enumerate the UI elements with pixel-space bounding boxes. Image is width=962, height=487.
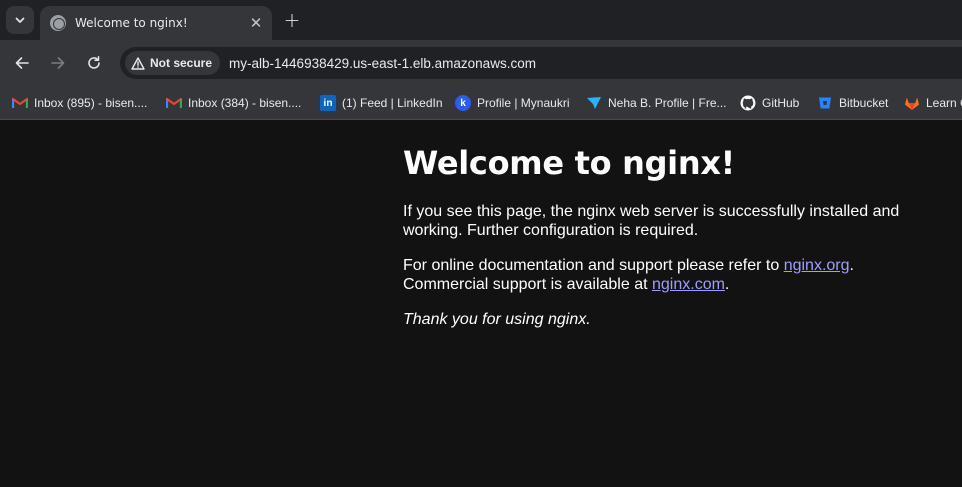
back-button[interactable] [8,49,36,77]
forward-button[interactable] [44,49,72,77]
bookmark-github[interactable]: GitHub [740,92,799,114]
page-heading: Welcome to nginx! [403,144,735,182]
gmail-icon [12,95,28,111]
new-tab-button[interactable]: + [280,8,304,32]
bookmark-gitlab[interactable]: Learn G [904,92,962,114]
commercial-text: Commercial support is available at [403,276,652,293]
bookmark-bitbucket[interactable]: Bitbucket [817,92,888,114]
linkedin-icon: in [320,95,336,111]
gitlab-icon [904,95,920,111]
freelancer-icon [586,95,602,111]
bookmark-label: Neha B. Profile | Fre... [608,96,727,110]
docs-period: . [849,257,854,274]
bookmark-label: Learn G [926,96,962,110]
bookmark-label: Profile | Mynaukri [477,96,570,110]
url-text[interactable]: my-alb-1446938429.us-east-1.elb.amazonaw… [229,56,536,71]
chevron-down-icon [15,17,25,23]
page-viewport: Welcome to nginx! If you see this page, … [0,121,962,487]
tab-search-button[interactable] [6,6,34,34]
bookmark-label: Bitbucket [839,96,889,110]
tab-strip: Welcome to nginx! ✕ + [0,0,962,40]
security-chip[interactable]: Not secure [125,51,221,75]
nginx-welcome-content: Welcome to nginx! If you see this page, … [403,143,923,345]
bookmark-label: GitHub [762,96,800,110]
bookmark-label: (1) Feed | LinkedIn [342,96,443,110]
thanks-text: Thank you for using nginx. [403,311,591,328]
bookmark-inbox-2[interactable]: Inbox (384) - bisen.... [166,92,301,114]
bookmark-linkedin[interactable]: in (1) Feed | LinkedIn [320,92,443,114]
nginx-org-link[interactable]: nginx.org [784,257,850,274]
globe-icon [50,15,66,31]
commercial-period: . [724,276,730,293]
naukri-icon: k [455,95,471,111]
bookmark-inbox-1[interactable]: Inbox (895) - bisen.... [12,92,147,114]
bookmark-label: Inbox (895) - bisen.... [34,96,148,110]
bookmarks-bar: Inbox (895) - bisen.... Inbox (384) - bi… [0,86,962,120]
intro-paragraph: If you see this page, the nginx web serv… [403,203,900,239]
reload-button[interactable] [80,49,108,77]
tab-nginx[interactable]: Welcome to nginx! ✕ [40,6,272,40]
bookmark-label: Inbox (384) - bisen.... [188,96,302,110]
arrow-left-icon [15,57,29,69]
close-tab-icon[interactable]: ✕ [246,13,266,33]
security-label: Not secure [150,56,213,70]
tab-title: Welcome to nginx! [75,16,188,30]
bookmark-naukri[interactable]: k Profile | Mynaukri [455,92,569,114]
reload-icon [88,56,100,69]
nginx-com-link[interactable]: nginx.com [652,276,725,293]
docs-paragraph: For online documentation and support ple… [403,256,923,294]
docs-text: For online documentation and support ple… [403,257,784,274]
gmail-icon [166,95,182,111]
address-bar[interactable]: Not secure my-alb-1446938429.us-east-1.e… [120,47,962,79]
browser-toolbar: Not secure my-alb-1446938429.us-east-1.e… [0,40,962,86]
bitbucket-icon [817,95,833,111]
arrow-right-icon [51,57,65,69]
warning-icon [131,56,145,70]
github-icon [740,95,756,111]
bookmark-freelancer[interactable]: Neha B. Profile | Fre... [586,92,727,114]
